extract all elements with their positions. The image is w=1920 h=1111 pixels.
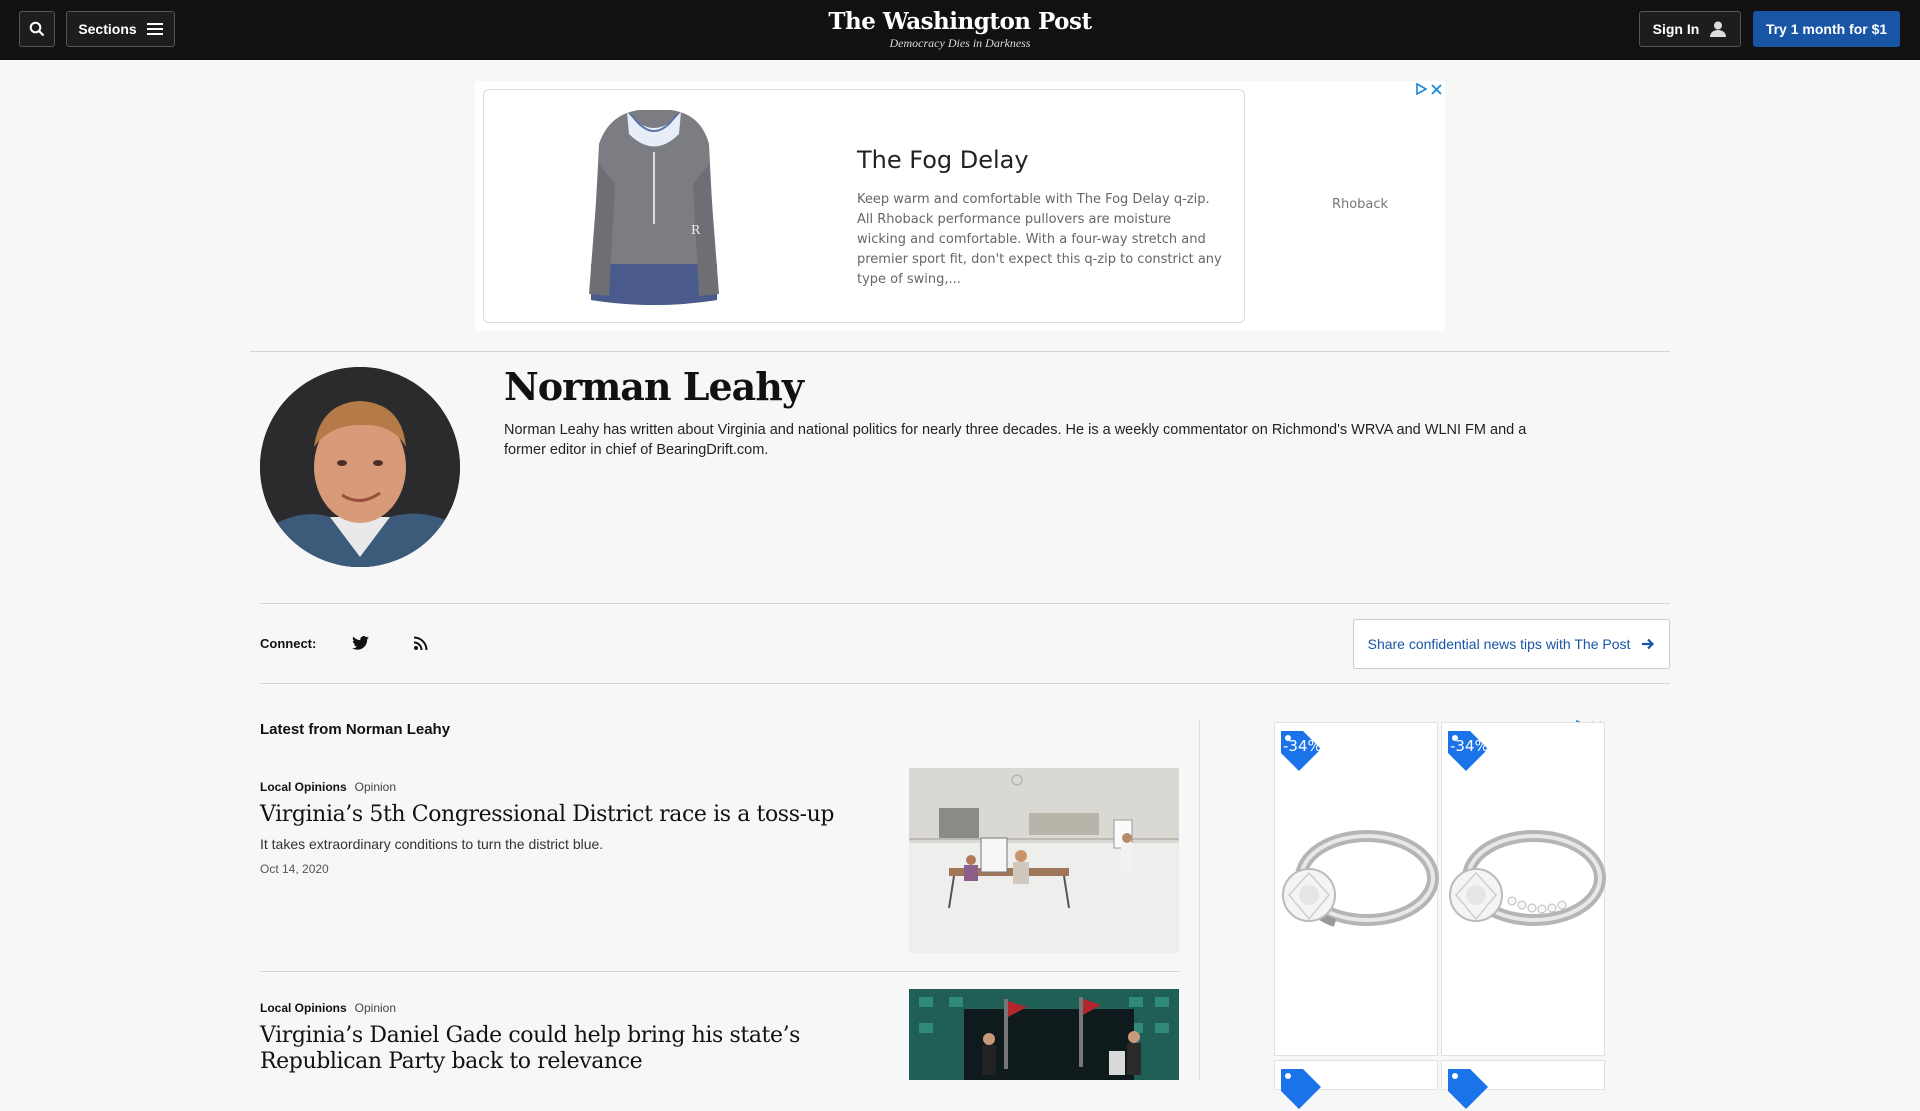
ad-description: Keep warm and comfortable with The Fog D… xyxy=(857,192,1222,287)
product-card[interactable] xyxy=(1441,1060,1605,1109)
author-avatar xyxy=(260,367,460,567)
rss-link[interactable] xyxy=(410,632,432,654)
divider xyxy=(260,971,1180,972)
product-card[interactable] xyxy=(1274,1060,1438,1109)
latest-heading: Latest from Norman Leahy xyxy=(260,721,451,738)
logo-tagline: Democracy Dies in Darkness xyxy=(889,36,1031,50)
story-section[interactable]: Local Opinions xyxy=(260,1001,347,1015)
subscribe-button[interactable]: Try 1 month for $1 xyxy=(1753,11,1900,47)
news-tips-label: Share confidential news tips with The Po… xyxy=(1367,636,1631,652)
divider xyxy=(260,603,1670,604)
divider xyxy=(250,351,1670,352)
top-nav: Sections The Washington Post Democracy D… xyxy=(0,0,1920,60)
svg-text:R: R xyxy=(691,223,701,237)
sign-in-button[interactable]: Sign In xyxy=(1639,11,1741,47)
story-type: Opinion xyxy=(354,780,397,794)
story-headline[interactable]: Virginia’s 5th Congressional District ra… xyxy=(260,802,860,828)
top-advertisement[interactable]: R The Fog Delay Keep warm and comfortabl… xyxy=(475,81,1445,331)
product-card[interactable]: -34% xyxy=(1274,722,1439,1056)
price-tag-icon xyxy=(1448,1069,1488,1109)
story-headline[interactable]: Virginia’s Daniel Gade could help bring … xyxy=(260,1023,820,1075)
author-name: Norman Leahy xyxy=(504,364,804,409)
logo-name: The Washington Post xyxy=(828,8,1092,35)
twitter-icon xyxy=(351,636,369,650)
story-thumbnail[interactable] xyxy=(909,989,1179,1080)
ad-brand[interactable]: Rhoback xyxy=(1320,197,1400,212)
sections-label: Sections xyxy=(78,21,137,37)
price-tag-icon xyxy=(1281,1069,1321,1109)
arrow-right-icon xyxy=(1642,638,1655,650)
connect-label: Connect: xyxy=(260,636,317,651)
news-tips-button[interactable]: Share confidential news tips with The Po… xyxy=(1353,619,1670,669)
ring-image xyxy=(1282,830,1439,927)
twitter-link[interactable] xyxy=(349,632,371,654)
adchoices-icon xyxy=(1416,83,1427,95)
author-bio: Norman Leahy has written about Virginia … xyxy=(504,422,1527,458)
story-thumbnail[interactable] xyxy=(909,768,1179,953)
story-type: Opinion xyxy=(354,1001,397,1015)
ad-title[interactable]: The Fog Delay xyxy=(857,146,1029,174)
column-divider xyxy=(1199,720,1200,1080)
search-icon xyxy=(29,21,45,37)
divider xyxy=(260,683,1670,684)
ring-image xyxy=(1449,830,1606,926)
search-button[interactable] xyxy=(19,11,55,47)
hamburger-icon xyxy=(146,23,163,35)
product-card[interactable]: -34% xyxy=(1441,722,1606,1056)
ad-card[interactable]: R The Fog Delay Keep warm and comfortabl… xyxy=(483,89,1245,323)
ad-product-image: R xyxy=(589,110,719,305)
sections-button[interactable]: Sections xyxy=(66,11,175,47)
rss-icon xyxy=(414,636,428,650)
sign-in-label: Sign In xyxy=(1652,21,1700,37)
side-advertisement[interactable]: -34% -34% xyxy=(1273,720,1608,1109)
ad-choices[interactable] xyxy=(1415,83,1442,95)
story-section[interactable]: Local Opinions xyxy=(260,780,347,794)
user-icon xyxy=(1710,21,1727,37)
site-logo[interactable]: The Washington Post Democracy Dies in Da… xyxy=(810,8,1110,51)
close-icon[interactable] xyxy=(1431,83,1442,95)
